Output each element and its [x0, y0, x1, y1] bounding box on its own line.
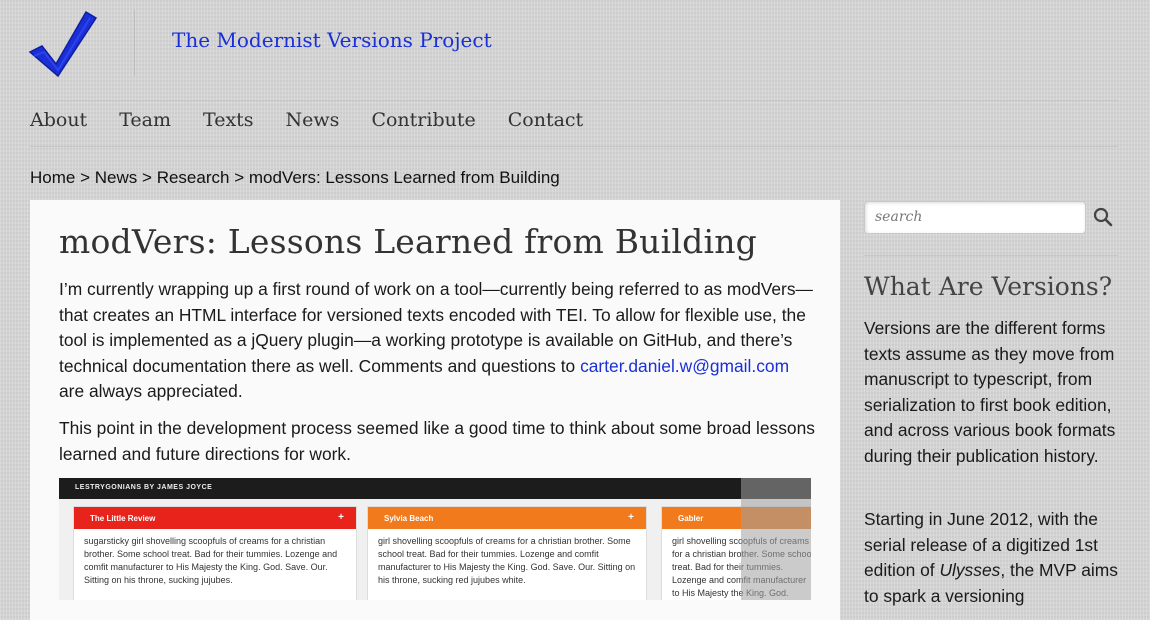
- plus-icon: +: [628, 512, 634, 523]
- nav-item-contribute[interactable]: Contribute: [371, 109, 475, 131]
- breadcrumb-research[interactable]: Research: [157, 168, 230, 187]
- sidebar-rule: [864, 255, 1118, 256]
- plus-icon: +: [338, 512, 344, 523]
- header-divider: [134, 10, 135, 76]
- version-column-little-review: The Little Review + sugarsticky girl sho…: [73, 506, 357, 600]
- sidebar-heading: What Are Versions?: [864, 272, 1113, 301]
- checkmark-logo[interactable]: [28, 8, 100, 80]
- column-title: Gabler: [678, 514, 704, 523]
- nav-item-about[interactable]: About: [30, 109, 87, 131]
- search-input[interactable]: [865, 202, 1085, 231]
- version-column-sylvia-beach: Sylvia Beach + girl shovelling scoopfuls…: [367, 506, 647, 600]
- nav-item-contact[interactable]: Contact: [508, 109, 583, 131]
- screenshot-overlay: [741, 478, 811, 600]
- modvers-screenshot: LESTRYGONIANS BY JAMES JOYCE The Little …: [59, 478, 811, 600]
- main-nav: About Team Texts News Contribute Contact: [30, 109, 615, 131]
- post-paragraph-1-tail: are always appreciated.: [59, 381, 243, 401]
- screenshot-title: LESTRYGONIANS BY JAMES JOYCE: [75, 484, 213, 491]
- post-paragraph-1: I’m currently wrapping up a first round …: [59, 277, 819, 405]
- ulysses-title: Ulysses: [939, 560, 1001, 580]
- post-title: modVers: Lessons Learned from Building: [59, 222, 757, 261]
- screenshot-title-bar: LESTRYGONIANS BY JAMES JOYCE: [59, 478, 811, 499]
- site-title[interactable]: The Modernist Versions Project: [172, 28, 492, 52]
- search-icon[interactable]: [1092, 206, 1114, 228]
- nav-top-rule: [30, 100, 1118, 101]
- nav-item-news[interactable]: News: [286, 109, 340, 131]
- column-title: Sylvia Beach: [384, 514, 434, 523]
- sidebar-paragraph-1: Versions are the different forms texts a…: [864, 318, 1116, 466]
- column-header: Sylvia Beach +: [368, 507, 646, 529]
- breadcrumb-separator: >: [80, 168, 91, 187]
- column-title: The Little Review: [90, 514, 156, 523]
- breadcrumb-news[interactable]: News: [95, 168, 138, 187]
- column-text: girl shovelling scoopfuls of creams for …: [378, 536, 636, 585]
- search-box: [864, 201, 1086, 234]
- nav-item-team[interactable]: Team: [119, 109, 171, 131]
- breadcrumb-separator: >: [142, 168, 152, 187]
- email-link[interactable]: carter.daniel.w@gmail.com: [580, 356, 789, 376]
- breadcrumb-separator: >: [234, 168, 245, 187]
- post-paragraph-2: This point in the development process se…: [59, 418, 815, 464]
- column-header: The Little Review +: [74, 507, 356, 529]
- nav-bottom-rule: [30, 146, 1118, 147]
- column-text: sugarsticky girl shovelling scoopfuls of…: [84, 536, 338, 585]
- sidebar-paragraph-2: Starting in June 2012, with the serial r…: [864, 507, 1122, 609]
- nav-item-texts[interactable]: Texts: [203, 109, 254, 131]
- breadcrumb-current: modVers: Lessons Learned from Building: [248, 168, 560, 187]
- breadcrumb: Home > News > Research > modVers: Lesson…: [30, 168, 560, 188]
- breadcrumb-home[interactable]: Home: [30, 168, 75, 187]
